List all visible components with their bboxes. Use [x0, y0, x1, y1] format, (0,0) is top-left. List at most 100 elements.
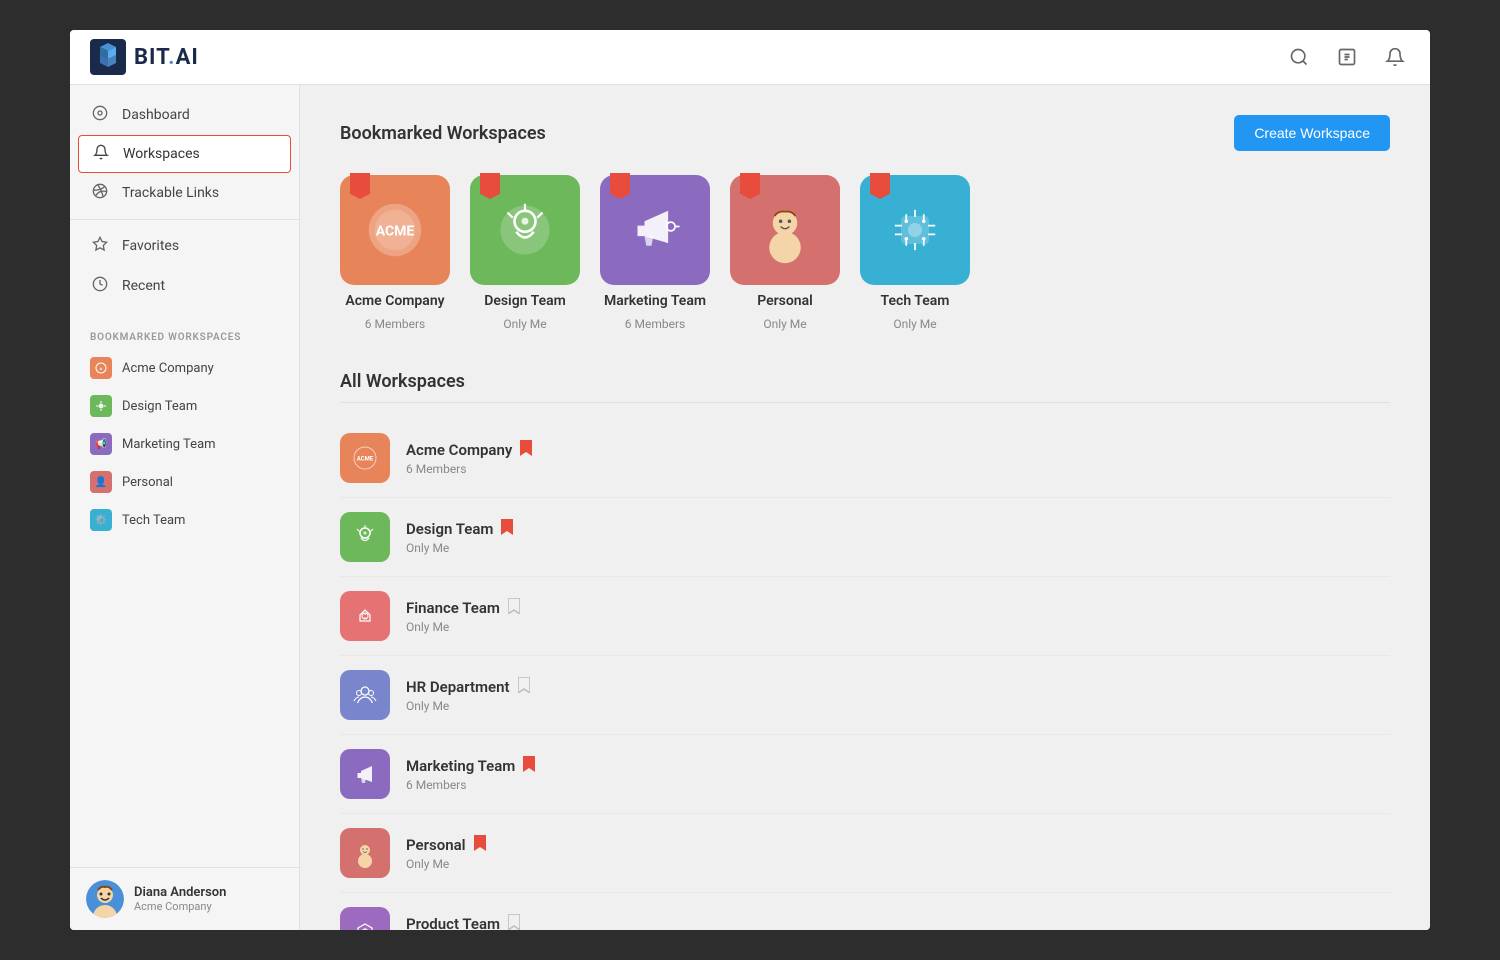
- card-tech-members: Only Me: [893, 317, 936, 331]
- list-icon-hr: [340, 670, 390, 720]
- bookmark-inactive-hr: [518, 677, 530, 697]
- card-marketing[interactable]: Marketing Team 6 Members: [600, 175, 710, 331]
- main-layout: Dashboard Workspaces: [70, 85, 1430, 930]
- bookmarked-workspaces-section-label: BOOKMARKED WORKSPACES: [70, 316, 299, 349]
- marketing-icon-small: 📢: [90, 433, 112, 455]
- bookmark-inactive-finance: [508, 598, 520, 618]
- search-icon[interactable]: [1284, 42, 1314, 72]
- card-tech-icon: [860, 175, 970, 285]
- sidebar-user-section[interactable]: Diana Anderson Acme Company: [70, 867, 299, 930]
- recent-label: Recent: [122, 278, 165, 294]
- list-item-marketing[interactable]: Marketing Team 6 Members: [340, 735, 1390, 814]
- bookmark-flag-personal: [740, 173, 760, 199]
- list-item-design[interactable]: Design Team Only Me: [340, 498, 1390, 577]
- user-name: Diana Anderson: [134, 885, 226, 900]
- card-design-icon: [470, 175, 580, 285]
- card-acme[interactable]: ACME Acme Company 6 Members: [340, 175, 450, 331]
- list-icon-product: [340, 907, 390, 930]
- bell-icon[interactable]: [1380, 42, 1410, 72]
- bookmark-inactive-product: [508, 914, 520, 930]
- sidebar-workspace-personal[interactable]: 👤 Personal: [70, 463, 299, 501]
- favorites-icon: [90, 236, 110, 256]
- workspaces-label: Workspaces: [123, 146, 200, 162]
- sidebar-workspace-marketing[interactable]: 📢 Marketing Team: [70, 425, 299, 463]
- list-icon-acme: ACME: [340, 433, 390, 483]
- card-tech[interactable]: Tech Team Only Me: [860, 175, 970, 331]
- sidebar-tech-label: Tech Team: [122, 513, 185, 528]
- card-acme-members: 6 Members: [365, 317, 425, 331]
- sidebar-workspace-acme[interactable]: A Acme Company: [70, 349, 299, 387]
- logo: BIT.AI: [90, 39, 199, 75]
- list-members-acme: 6 Members: [406, 462, 1390, 476]
- logo-text: BIT.AI: [134, 45, 199, 70]
- card-personal-members: Only Me: [763, 317, 806, 331]
- list-item-hr[interactable]: HR Department Only Me: [340, 656, 1390, 735]
- sidebar-nav: Dashboard Workspaces: [70, 85, 299, 316]
- trackable-links-icon: [90, 183, 110, 203]
- sidebar-workspace-design[interactable]: Design Team: [70, 387, 299, 425]
- workspaces-icon: [91, 144, 111, 164]
- sidebar-workspace-tech[interactable]: ⚙️ Tech Team: [70, 501, 299, 539]
- svg-text:ACME: ACME: [376, 223, 415, 239]
- sidebar: Dashboard Workspaces: [70, 85, 300, 930]
- create-workspace-button[interactable]: Create Workspace: [1234, 115, 1390, 151]
- list-name-acme: Acme Company: [406, 440, 1390, 460]
- list-item-acme[interactable]: ACME Acme Company 6 Members: [340, 419, 1390, 498]
- card-marketing-name: Marketing Team: [604, 293, 706, 309]
- bookmark-flag-marketing: [610, 173, 630, 199]
- svg-text:ACME: ACME: [357, 456, 374, 463]
- user-company: Acme Company: [134, 900, 226, 913]
- avatar: [86, 880, 124, 918]
- sidebar-design-label: Design Team: [122, 399, 197, 414]
- sidebar-item-recent[interactable]: Recent: [70, 266, 299, 306]
- list-name-personal: Personal: [406, 835, 1390, 855]
- card-personal[interactable]: Personal Only Me: [730, 175, 840, 331]
- sidebar-personal-label: Personal: [122, 475, 173, 490]
- list-item-finance[interactable]: Finance Team Only Me: [340, 577, 1390, 656]
- list-name-hr: HR Department: [406, 677, 1390, 697]
- card-tech-name: Tech Team: [881, 293, 950, 309]
- bookmark-active-marketing: [523, 756, 535, 776]
- help-icon[interactable]: [1332, 42, 1362, 72]
- card-design[interactable]: Design Team Only Me: [470, 175, 580, 331]
- list-item-product[interactable]: Product Team Only Me: [340, 893, 1390, 930]
- logo-icon: [90, 39, 126, 75]
- sidebar-item-favorites[interactable]: Favorites: [70, 226, 299, 266]
- list-members-design: Only Me: [406, 541, 1390, 555]
- svg-text:A: A: [100, 366, 103, 371]
- list-icon-personal: [340, 828, 390, 878]
- bookmark-flag-tech: [870, 173, 890, 199]
- list-name-design: Design Team: [406, 519, 1390, 539]
- list-name-product: Product Team: [406, 914, 1390, 930]
- list-icon-finance: [340, 591, 390, 641]
- card-marketing-members: 6 Members: [625, 317, 685, 331]
- trackable-links-label: Trackable Links: [122, 185, 219, 201]
- all-workspaces-title: All Workspaces: [340, 371, 1390, 403]
- list-name-finance: Finance Team: [406, 598, 1390, 618]
- list-info-marketing: Marketing Team 6 Members: [406, 756, 1390, 792]
- card-acme-name: Acme Company: [345, 293, 444, 309]
- list-info-hr: HR Department Only Me: [406, 677, 1390, 713]
- sidebar-item-workspaces[interactable]: Workspaces: [78, 135, 291, 173]
- bookmark-active-personal: [474, 835, 486, 855]
- sidebar-item-dashboard[interactable]: Dashboard: [70, 95, 299, 135]
- bookmark-flag-acme: [350, 173, 370, 199]
- sidebar-acme-label: Acme Company: [122, 361, 214, 376]
- dashboard-icon: [90, 105, 110, 125]
- card-personal-icon: [730, 175, 840, 285]
- tech-icon-small: ⚙️: [90, 509, 112, 531]
- sidebar-item-trackable-links[interactable]: Trackable Links: [70, 173, 299, 213]
- design-icon-small: [90, 395, 112, 417]
- bookmarked-cards-container: ACME Acme Company 6 Members: [340, 175, 1390, 331]
- card-design-name: Design Team: [484, 293, 566, 309]
- list-info-finance: Finance Team Only Me: [406, 598, 1390, 634]
- list-item-personal[interactable]: Personal Only Me: [340, 814, 1390, 893]
- list-info-product: Product Team Only Me: [406, 914, 1390, 930]
- list-name-marketing: Marketing Team: [406, 756, 1390, 776]
- list-members-marketing: 6 Members: [406, 778, 1390, 792]
- list-icon-marketing: [340, 749, 390, 799]
- bookmark-active-design: [501, 519, 513, 539]
- card-acme-icon: ACME: [340, 175, 450, 285]
- bookmark-flag-design: [480, 173, 500, 199]
- top-bar: BIT.AI: [70, 30, 1430, 85]
